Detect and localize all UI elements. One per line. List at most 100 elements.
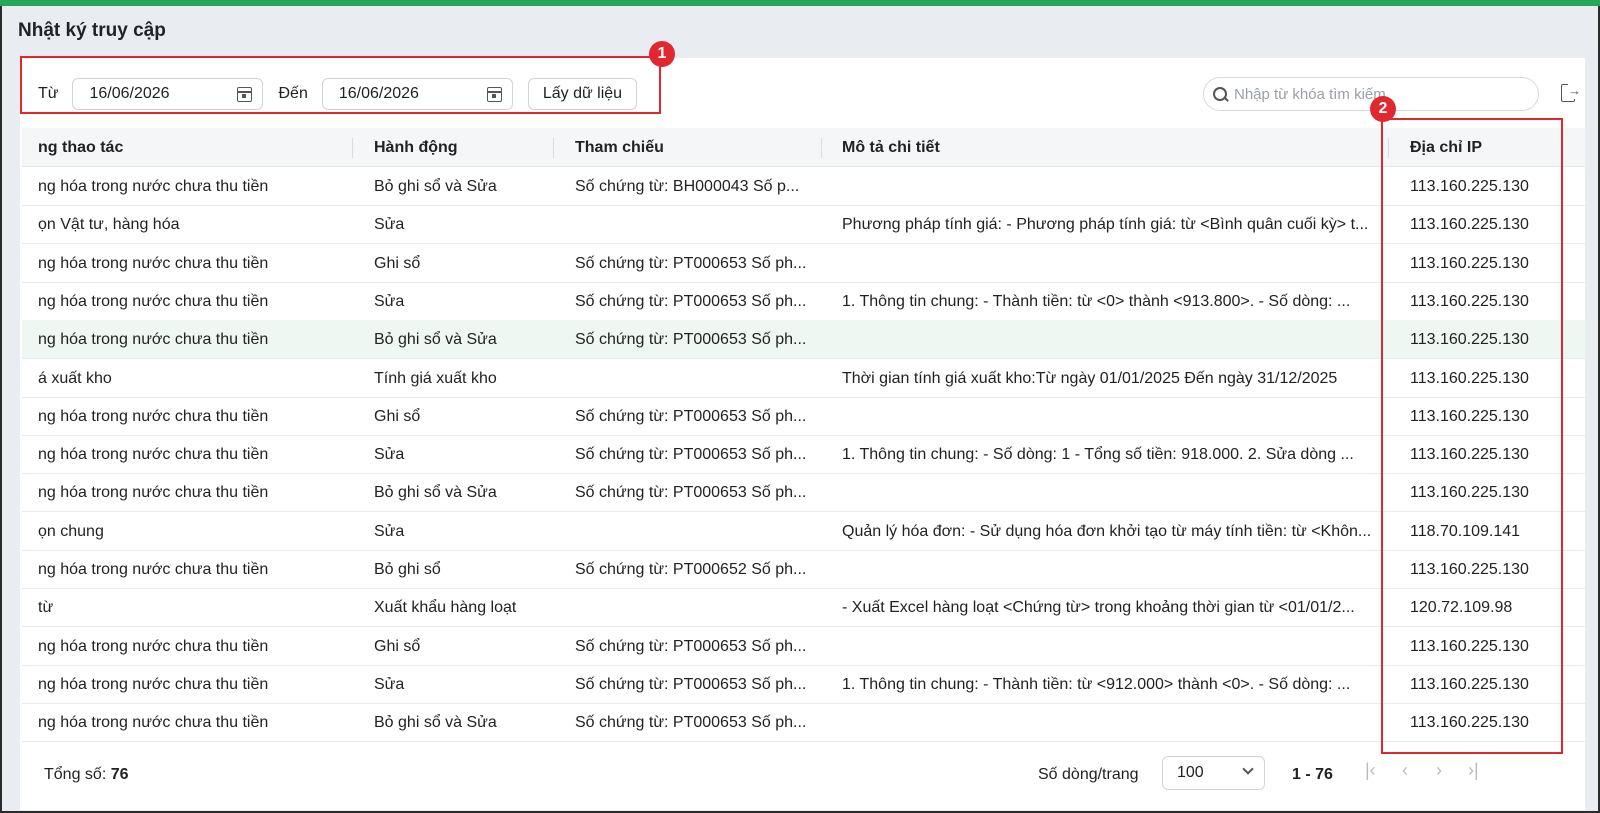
- table-row[interactable]: ọn chung Sửa Quản lý hóa đơn: - Sử dụng hó…: [22, 512, 1585, 551]
- cell-description: - Xuất Excel hàng loạt <Chứng từ> trong …: [842, 599, 1355, 617]
- column-header-reference[interactable]: Tham chiếu: [575, 128, 825, 167]
- cell-action: Sửa: [374, 216, 405, 234]
- cell-reference: Số chứng từ: PT000653 Số ph...: [575, 407, 807, 425]
- cell-reference: Số chứng từ: PT000653 Số ph...: [575, 637, 807, 655]
- column-header-action[interactable]: Hành động: [374, 128, 569, 167]
- cell-reference: Số chứng từ: PT000653 Số ph...: [575, 331, 807, 349]
- search-placeholder: Nhập từ khóa tìm kiếm: [1234, 85, 1386, 103]
- total-count: Tổng số: 76: [44, 766, 129, 784]
- table-row[interactable]: ng hóa trong nước chưa thu tiền Bỏ ghi sổ…: [22, 473, 1585, 513]
- table-row[interactable]: ng hóa trong nước chưa thu tiền Sửa Số chứ…: [22, 282, 1585, 321]
- cell-description: [842, 397, 1387, 436]
- rows-per-page-select[interactable]: 100: [1162, 756, 1265, 790]
- annotation-box-1: [20, 56, 661, 114]
- cell-reference: [575, 359, 825, 398]
- cell-operation: ng hóa trong nước chưa thu tiền: [38, 446, 269, 464]
- cell-description: [842, 550, 1387, 589]
- column-divider: [352, 138, 353, 158]
- rows-per-page-label: Số dòng/trang: [1038, 766, 1139, 783]
- column-header-description[interactable]: Mô tả chi tiết: [842, 128, 1387, 167]
- table-row[interactable]: ng hóa trong nước chưa thu tiền Bỏ ghi sổ…: [22, 703, 1585, 743]
- cell-description: 1. Thông tin chung: - Thành tiền: từ <91…: [842, 675, 1351, 693]
- total-value: 76: [110, 766, 129, 783]
- annotation-badge-1: 1: [649, 41, 675, 67]
- cell-operation: ng hóa trong nước chưa thu tiền: [38, 675, 269, 693]
- cell-action: Bỏ ghi sổ và Sửa: [374, 714, 497, 732]
- cell-description: 1. Thông tin chung: - Số dòng: 1 - Tổng …: [842, 446, 1354, 464]
- cell-description: 1. Thông tin chung: - Thành tiền: từ <0>…: [842, 292, 1351, 310]
- rows-per-page-value: 100: [1177, 764, 1204, 781]
- cell-reference: [575, 512, 825, 551]
- cell-description: [842, 167, 1387, 206]
- previous-page-icon[interactable]: ‹: [1402, 760, 1408, 781]
- table-header: ng thao tác Hành động Tham chiếu Mô tả c…: [22, 128, 1585, 167]
- search-icon: [1212, 86, 1228, 102]
- cell-operation: ng hóa trong nước chưa thu tiền: [38, 714, 269, 732]
- cell-action: Tính giá xuất kho: [374, 369, 497, 387]
- cell-action: Ghi sổ: [374, 254, 421, 272]
- cell-operation: ng hóa trong nước chưa thu tiền: [38, 484, 269, 502]
- table-footer: Tổng số: 76 Số dòng/trang 100 1 - 76 |‹ …: [22, 756, 1585, 796]
- cell-action: Sửa: [374, 522, 405, 540]
- column-divider: [821, 138, 822, 158]
- cell-reference: Số chứng từ: BH000043 Số p...: [575, 178, 800, 195]
- table-row[interactable]: ng hóa trong nước chưa thu tiền Ghi sổ Số …: [22, 397, 1585, 436]
- cell-action: Sửa: [374, 292, 405, 310]
- chevron-down-icon: [1242, 763, 1254, 775]
- page-range: 1 - 76: [1292, 766, 1333, 783]
- table-row[interactable]: ng hóa trong nước chưa thu tiền Sửa Số chứ…: [22, 665, 1585, 704]
- table-row[interactable]: từ Xuất khẩu hàng loạt - Xuất Excel hàng l…: [22, 588, 1585, 628]
- table-row[interactable]: ng hóa trong nước chưa thu tiền Bỏ ghi sổ…: [22, 320, 1585, 360]
- cell-action: Sửa: [374, 446, 405, 464]
- cell-operation: ọn Vật tư, hàng hóa: [38, 216, 180, 234]
- cell-action: Bỏ ghi sổ và Sửa: [374, 331, 497, 349]
- cell-description: [842, 244, 1387, 283]
- next-page-icon[interactable]: ›: [1436, 760, 1442, 781]
- cell-reference: [575, 588, 825, 627]
- cell-action: Bỏ ghi sổ và Sửa: [374, 178, 497, 195]
- cell-action: Ghi sổ: [374, 637, 421, 655]
- annotation-badge-2: 2: [1370, 96, 1396, 122]
- cell-operation: ng hóa trong nước chưa thu tiền: [38, 254, 269, 272]
- cell-description: [842, 320, 1387, 359]
- cell-description: [842, 703, 1387, 742]
- cell-operation: ọn chung: [38, 522, 104, 540]
- cell-operation: ng hóa trong nước chưa thu tiền: [38, 637, 269, 655]
- first-page-icon[interactable]: |‹: [1365, 760, 1376, 781]
- cell-action: Bỏ ghi sổ và Sửa: [374, 484, 497, 502]
- cell-reference: Số chứng từ: PT000653 Số ph...: [575, 446, 807, 464]
- cell-description: [842, 473, 1387, 512]
- table-row[interactable]: ng hóa trong nước chưa thu tiền Ghi sổ Số …: [22, 627, 1585, 666]
- cell-description: Thời gian tính giá xuất kho:Từ ngày 01/0…: [842, 369, 1338, 387]
- table-row[interactable]: á xuất kho Tính giá xuất kho Thời gian tín…: [22, 359, 1585, 398]
- cell-reference: Số chứng từ: PT000653 Số ph...: [575, 675, 807, 693]
- table-row[interactable]: ọn Vật tư, hàng hóa Sửa Phương pháp tính g…: [22, 205, 1585, 245]
- cell-operation: ng hóa trong nước chưa thu tiền: [38, 292, 269, 310]
- page-title: Nhật ký truy cập: [18, 20, 166, 41]
- cell-description: [842, 627, 1387, 666]
- export-icon[interactable]: [1561, 83, 1581, 102]
- top-accent-bar: [0, 0, 1600, 6]
- cell-action: Sửa: [374, 675, 405, 693]
- cell-operation: ng hóa trong nước chưa thu tiền: [38, 561, 269, 578]
- cell-description: Phương pháp tính giá: - Phương pháp tính…: [842, 216, 1369, 234]
- table-row[interactable]: ng hóa trong nước chưa thu tiền Bỏ ghi sổ…: [22, 167, 1585, 206]
- cell-action: Bỏ ghi sổ: [374, 561, 441, 578]
- cell-reference: [575, 205, 825, 244]
- cell-operation: á xuất kho: [38, 369, 112, 387]
- cell-description: Quản lý hóa đơn: - Sử dụng hóa đơn khởi …: [842, 522, 1372, 540]
- cell-action: Ghi sổ: [374, 407, 421, 425]
- cell-action: Xuất khẩu hàng loạt: [374, 599, 517, 617]
- total-label: Tổng số:: [44, 766, 107, 783]
- cell-operation: từ: [38, 599, 54, 617]
- cell-reference: Số chứng từ: PT000653 Số ph...: [575, 714, 807, 732]
- column-header-operation[interactable]: ng thao tác: [38, 128, 358, 167]
- table-row[interactable]: ng hóa trong nước chưa thu tiền Ghi sổ Số …: [22, 244, 1585, 283]
- last-page-icon[interactable]: ›|: [1468, 760, 1479, 781]
- table-row[interactable]: ng hóa trong nước chưa thu tiền Bỏ ghi sổ…: [22, 550, 1585, 589]
- annotation-box-2: [1381, 118, 1563, 754]
- cell-reference: Số chứng từ: PT000652 Số ph...: [575, 561, 807, 578]
- column-divider: [553, 138, 554, 158]
- cell-operation: ng hóa trong nước chưa thu tiền: [38, 407, 269, 425]
- table-row[interactable]: ng hóa trong nước chưa thu tiền Sửa Số chứ…: [22, 435, 1585, 475]
